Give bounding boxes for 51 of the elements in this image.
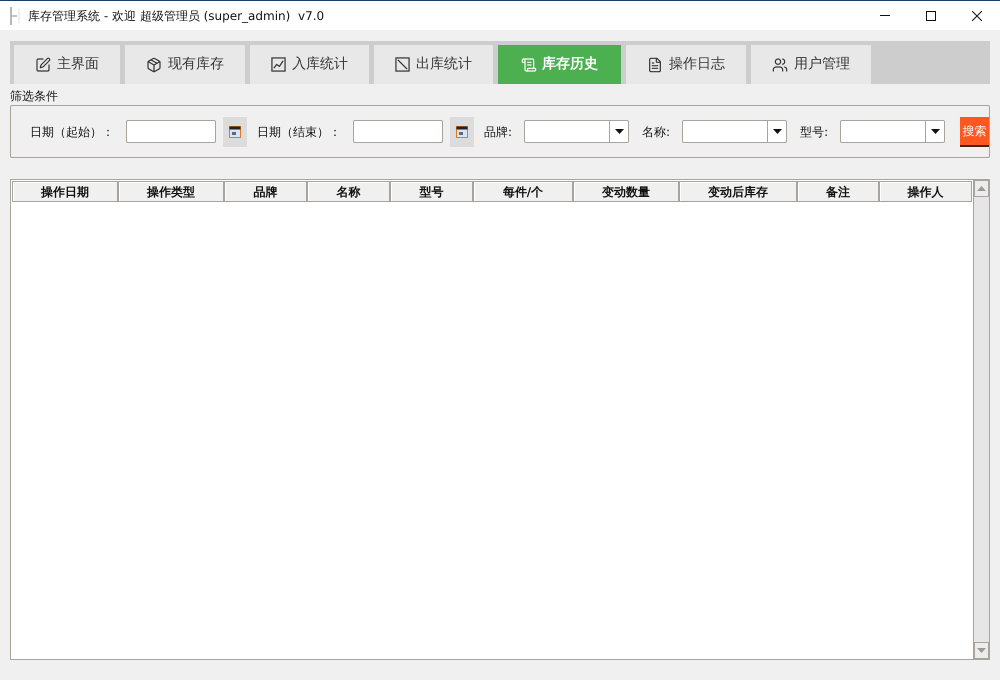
calendar-button[interactable]: [223, 116, 247, 146]
dropdown-field[interactable]: [840, 120, 946, 143]
users-icon: [772, 56, 788, 72]
field-label: 日期（结束）：: [257, 124, 341, 140]
caret-down-icon: [977, 648, 986, 653]
scroll-up-button[interactable]: [974, 180, 989, 197]
column-header[interactable]: 品牌: [224, 181, 307, 202]
field-label: 日期（起始）：: [30, 124, 114, 140]
column-header[interactable]: 名称: [307, 181, 390, 202]
column-header[interactable]: 每件/个: [473, 181, 573, 202]
scrollbar[interactable]: [973, 180, 989, 659]
column-header[interactable]: 型号: [390, 181, 473, 202]
dropdown-field[interactable]: [682, 120, 788, 143]
rising-chart-icon: [271, 57, 286, 72]
caret-up-icon: [977, 186, 986, 191]
maximize-icon: [926, 10, 936, 20]
group-label: 筛选条件: [10, 88, 59, 105]
date-field[interactable]: [126, 120, 216, 143]
falling-chart-icon: [395, 57, 410, 72]
pencil-note-icon: [35, 56, 51, 72]
column-header[interactable]: 备注: [797, 181, 879, 202]
calendar-icon: [456, 126, 468, 138]
dropdown-field[interactable]: [524, 120, 630, 143]
tab[interactable]: 用户管理: [751, 45, 871, 84]
scroll-down-button[interactable]: [974, 642, 989, 659]
tab[interactable]: 入库统计: [250, 45, 369, 84]
scroll-icon: [521, 56, 537, 72]
tab[interactable]: 现有库存: [125, 45, 245, 84]
app-icon: [10, 6, 20, 24]
calendar-icon: [229, 126, 241, 138]
tab[interactable]: 出库统计: [374, 45, 493, 84]
window-title: 库存管理系统 - 欢迎 超级管理员 (super_admin) v7.0: [28, 8, 324, 24]
field-label: 名称:: [642, 124, 670, 140]
caret-down-icon: [930, 129, 940, 134]
tab[interactable]: 操作日志: [626, 45, 746, 84]
caret-down-icon: [772, 129, 782, 134]
minimize-icon: [880, 15, 890, 16]
calendar-button[interactable]: [450, 116, 474, 146]
caret-down-icon: [614, 129, 624, 134]
tab[interactable]: 主界面: [14, 45, 120, 84]
column-header[interactable]: 操作人: [879, 181, 972, 202]
field-label: 型号:: [800, 124, 828, 140]
field-label: 品牌:: [484, 124, 512, 140]
column-header[interactable]: 操作日期: [12, 181, 118, 202]
date-field[interactable]: [353, 120, 443, 143]
column-header[interactable]: 变动数量: [573, 181, 679, 202]
column-header[interactable]: 操作类型: [118, 181, 224, 202]
close-icon: [972, 10, 982, 20]
document-icon: [647, 56, 663, 72]
box-icon: [146, 56, 162, 72]
column-header[interactable]: 变动后库存: [679, 181, 797, 202]
